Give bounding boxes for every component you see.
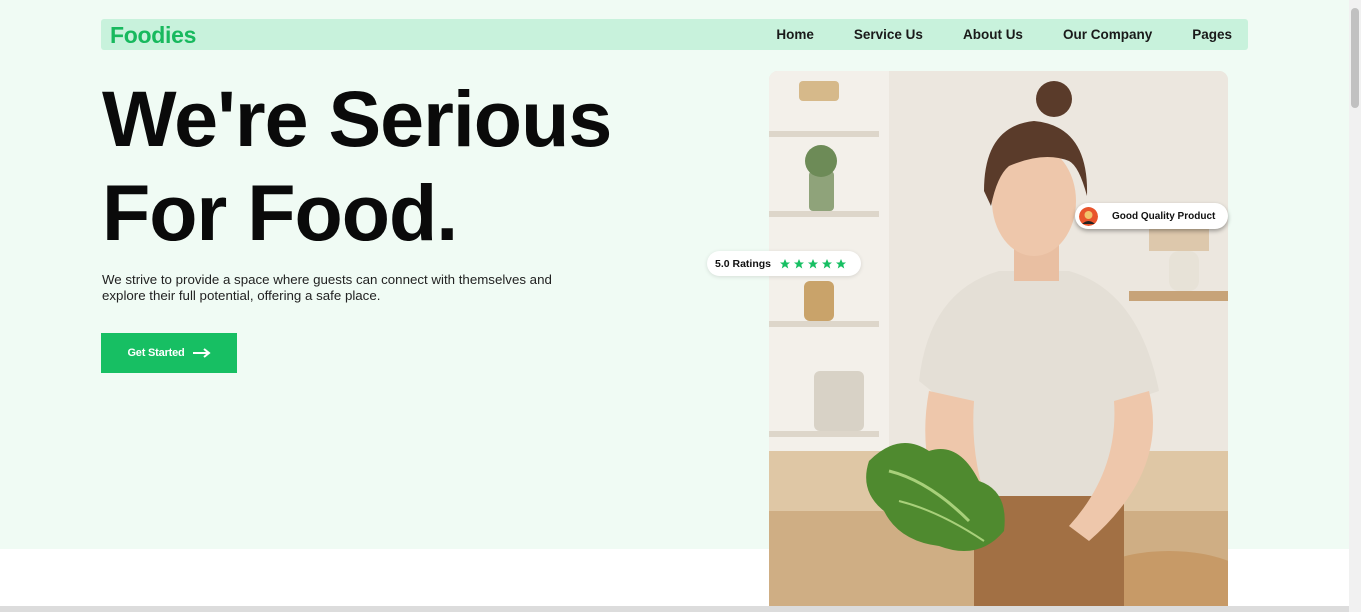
nav-item-service-us[interactable]: Service Us: [854, 27, 923, 42]
headline-line-1: We're Serious: [102, 74, 612, 163]
scrollbar-thumb[interactable]: [1351, 8, 1359, 108]
hero-subtext: We strive to provide a space where guest…: [102, 272, 552, 303]
vertical-scrollbar[interactable]: [1349, 0, 1361, 612]
nav-item-about-us[interactable]: About Us: [963, 27, 1023, 42]
star-icon: [794, 258, 805, 268]
get-started-button[interactable]: Get Started: [101, 333, 237, 373]
nav-item-home[interactable]: Home: [776, 27, 814, 42]
star-icon: [822, 258, 833, 268]
avatar: [1079, 206, 1098, 226]
nav-item-our-company[interactable]: Our Company: [1063, 27, 1152, 42]
navbar: Foodies Home Service Us About Us Our Com…: [101, 19, 1248, 50]
landing-page: Foodies Home Service Us About Us Our Com…: [0, 0, 1361, 612]
headline-line-2: For Food.: [102, 168, 458, 257]
ratings-text: 5.0 Ratings: [715, 257, 772, 270]
quality-badge: Good Quality Product: [1075, 203, 1228, 229]
get-started-label: Get Started: [127, 347, 185, 359]
logo[interactable]: Foodies: [110, 22, 196, 49]
nav-links: Home Service Us About Us Our Company Pag…: [736, 19, 1232, 50]
arrow-right-icon: [192, 348, 211, 358]
woman-with-lettuce-image: [769, 71, 1228, 612]
horizontal-scrollbar[interactable]: [0, 606, 1349, 612]
hero-photo: [769, 71, 1228, 612]
star-icon: [808, 258, 819, 268]
hero-headline: We're Serious For Food.: [102, 72, 722, 260]
nav-item-pages[interactable]: Pages: [1192, 27, 1232, 42]
star-icon: [836, 258, 847, 268]
ratings-badge: 5.0 Ratings: [707, 251, 861, 276]
quality-text: Good Quality Product: [1112, 210, 1216, 222]
star-icon: [780, 258, 791, 268]
